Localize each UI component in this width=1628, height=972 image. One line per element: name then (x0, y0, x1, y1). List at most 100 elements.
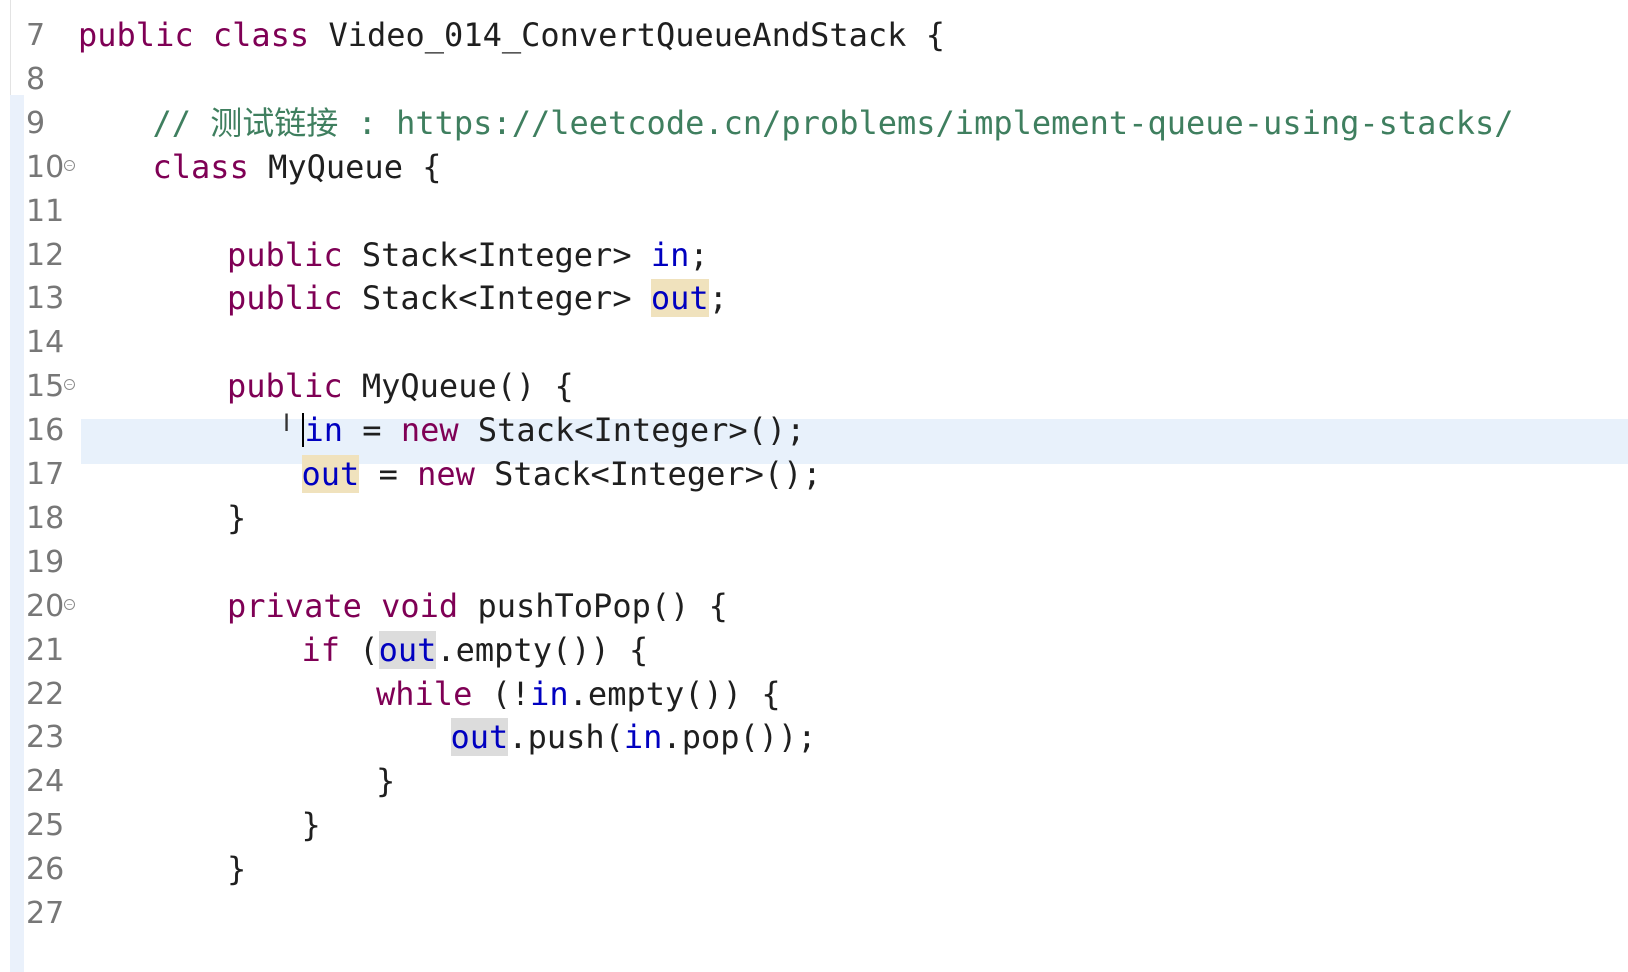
keyword-token: public (227, 367, 343, 406)
line-number: 18 (26, 500, 65, 536)
code-line[interactable]: 17 out = new Stack<Integer>(); (0, 452, 1628, 497)
code-token: .push( (508, 718, 624, 757)
keyword-token: public (78, 16, 194, 54)
code-line[interactable]: 15− public MyQueue() { (0, 364, 1628, 409)
field-token: out (301, 455, 360, 493)
code-token: Stack<Integer>(); (458, 411, 806, 450)
code-line[interactable]: 19 (0, 540, 1628, 585)
code-text[interactable]: public class Video_014_ConvertQueueAndSt… (78, 17, 945, 53)
code-line[interactable]: 18} (0, 496, 1628, 541)
code-text[interactable]: } (302, 807, 321, 843)
code-token: } (227, 498, 247, 537)
code-text[interactable]: in = new Stack<Integer>(); (301, 411, 806, 450)
code-token: pushToPop() { (458, 586, 728, 625)
fold-toggle-icon[interactable]: − (64, 379, 75, 391)
code-token: } (376, 762, 396, 801)
line-number: 8 (26, 61, 46, 97)
code-token: } (227, 850, 247, 889)
line-number: 12 (26, 237, 65, 273)
code-line[interactable]: 20− private void pushToPop() { (0, 584, 1628, 629)
line-number: 21 (26, 632, 65, 668)
code-token: ( (340, 630, 379, 669)
code-text[interactable]: if (out.empty()) { (301, 630, 648, 669)
code-line[interactable]: 24} (0, 759, 1628, 804)
code-line[interactable]: 10− class MyQueue { (0, 145, 1628, 190)
fold-toggle-icon[interactable]: − (64, 159, 75, 171)
line-number: 17 (26, 457, 65, 492)
field-token: in (650, 235, 690, 274)
line-number: 25 (26, 808, 65, 844)
field-token: out (378, 630, 437, 669)
code-text[interactable]: out = new Stack<Integer>(); (301, 455, 822, 493)
code-token: } (301, 806, 321, 845)
code-line[interactable]: 25} (0, 803, 1628, 848)
text-caret (301, 413, 304, 448)
code-line[interactable]: 27 (0, 891, 1628, 936)
keyword-token: public (227, 235, 343, 274)
code-token: Stack<Integer> (342, 279, 651, 318)
keyword-token: while (376, 674, 473, 713)
code-line[interactable]: 11 (0, 189, 1628, 234)
code-line[interactable]: 12 public Stack<Integer> in; (0, 233, 1628, 278)
code-token: .pop()); (662, 718, 817, 757)
line-number: 27 (26, 896, 65, 931)
field-token: in (623, 718, 663, 757)
code-text[interactable]: out.push(in.pop()); (450, 718, 817, 757)
code-line[interactable]: 7 public class Video_014_ConvertQueueAndS… (0, 13, 1628, 58)
line-number: 14 (26, 325, 65, 361)
code-line[interactable]: 26} (0, 847, 1628, 892)
code-text[interactable]: public Stack<Integer> in; (227, 237, 709, 273)
line-number: 20 (26, 588, 65, 624)
code-text[interactable]: } (227, 851, 246, 887)
line-number: 16 (26, 413, 65, 449)
code-text[interactable]: private void pushToPop() { (227, 588, 728, 624)
code-line[interactable]: 21 if (out.empty()) { (0, 628, 1628, 673)
keyword-token: public (227, 279, 343, 318)
line-number: 22 (26, 676, 65, 712)
code-text[interactable]: } (376, 763, 395, 799)
field-token: in (530, 674, 569, 713)
keyword-token: class (212, 16, 310, 54)
code-token: Stack<Integer>(); (474, 455, 822, 493)
code-line[interactable]: 16 in = new Stack<Integer>(); (0, 408, 1628, 453)
keyword-token: new (400, 411, 459, 450)
code-text[interactable]: public MyQueue() { (227, 368, 574, 404)
line-number: 23 (26, 720, 65, 756)
fold-toggle-icon[interactable]: − (64, 598, 75, 610)
code-token: .empty()) { (568, 674, 781, 713)
code-text[interactable]: while (!in.empty()) { (376, 676, 781, 712)
code-token: Stack<Integer> (342, 235, 651, 274)
line-number: 9 (26, 105, 46, 141)
line-number: 7 (26, 18, 46, 53)
line-number: 10 (26, 149, 65, 185)
line-number: 11 (26, 193, 65, 229)
keyword-token: void (381, 586, 459, 625)
code-line[interactable]: 8 (0, 57, 1628, 102)
keyword-token: if (301, 630, 341, 669)
code-lines[interactable]: 7 public class Video_014_ConvertQueueAndS… (0, 0, 1628, 972)
code-text[interactable]: // 测试链接 : https://leetcode.cn/problems/i… (153, 105, 1514, 141)
comment-token: // 测试链接 : https://leetcode.cn/problems/i… (152, 103, 1514, 142)
code-token: ; (689, 235, 709, 274)
code-line[interactable]: 23 out.push(in.pop()); (0, 715, 1628, 760)
code-text[interactable]: public Stack<Integer> out; (227, 279, 728, 318)
text-cursor-icon: I (283, 409, 291, 437)
code-text[interactable]: class MyQueue { (153, 149, 442, 185)
code-text[interactable]: } (227, 500, 246, 536)
line-number: 26 (26, 852, 65, 888)
code-line[interactable]: 9 // 测试链接 : https://leetcode.cn/problems/… (0, 101, 1628, 146)
code-line[interactable]: 13 public Stack<Integer> out; (0, 276, 1628, 321)
line-number: 15 (26, 369, 65, 405)
code-line[interactable]: 14 (0, 320, 1628, 365)
code-token: MyQueue { (248, 147, 442, 186)
code-token: ; (708, 279, 728, 318)
keyword-token: class (152, 147, 249, 186)
field-token: out (450, 718, 509, 757)
code-line[interactable]: 22 while (!in.empty()) { (0, 672, 1628, 717)
field-token: out (650, 279, 709, 318)
line-number: 13 (26, 281, 65, 317)
code-editor[interactable]: 7 public class Video_014_ConvertQueueAndS… (0, 0, 1628, 972)
keyword-token: private (227, 586, 362, 625)
